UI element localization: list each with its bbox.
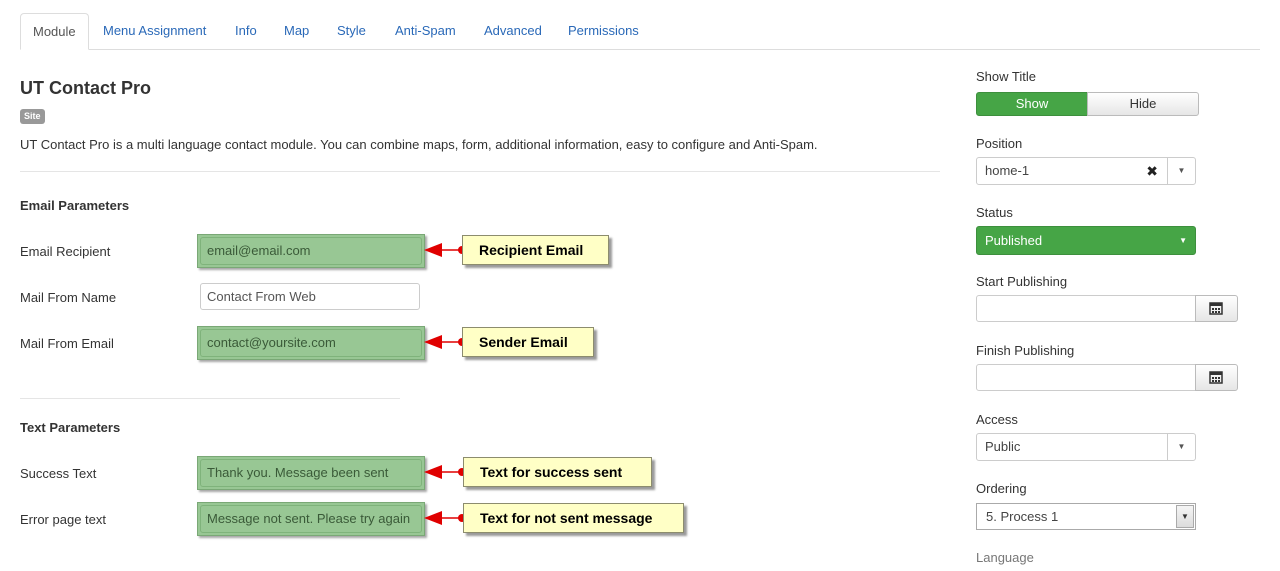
position-label: Position (976, 136, 1023, 151)
calendar-button[interactable] (1195, 295, 1238, 322)
red-arrow-icon (424, 511, 466, 525)
mail-from-name-input[interactable]: Contact From Web (200, 283, 420, 310)
show-title-label: Show Title (976, 69, 1036, 84)
site-badge: Site (20, 109, 45, 124)
language-label: Language (976, 550, 1034, 565)
tab-anti-spam[interactable]: Anti-Spam (395, 13, 456, 48)
red-arrow-icon (424, 465, 466, 479)
tab-advanced[interactable]: Advanced (484, 13, 542, 48)
red-arrow-icon (424, 335, 466, 349)
finish-publishing-label: Finish Publishing (976, 343, 1075, 358)
chevron-down-icon[interactable]: ▼ (1167, 434, 1195, 460)
error-page-text-label: Error page text (20, 512, 106, 527)
mail-from-email-input[interactable]: contact@yoursite.com (200, 329, 422, 357)
divider (20, 171, 940, 172)
ordering-select[interactable]: 5. Process 1 ▼ (976, 503, 1196, 530)
tab-map[interactable]: Map (284, 13, 309, 48)
access-value: Public (985, 439, 1021, 454)
tab-info[interactable]: Info (235, 13, 257, 48)
ordering-value: 5. Process 1 (986, 509, 1059, 524)
error-text-highlight: Message not sent. Please try again (197, 502, 425, 536)
start-publishing-input[interactable] (976, 295, 1196, 322)
tab-menu-assignment[interactable]: Menu Assignment (103, 13, 206, 48)
status-select[interactable]: Published ▼ (976, 226, 1196, 255)
calendar-button[interactable] (1195, 364, 1238, 391)
module-description: UT Contact Pro is a multi language conta… (20, 137, 818, 152)
tab-module[interactable]: Module (20, 13, 89, 50)
text-parameters-heading: Text Parameters (20, 420, 121, 435)
calendar-icon (1209, 302, 1223, 315)
status-value: Published (985, 233, 1043, 248)
email-recipient-label: Email Recipient (20, 244, 111, 259)
mail-from-email-highlight: contact@yoursite.com (197, 326, 425, 360)
success-text-label: Success Text (20, 466, 97, 481)
position-value: home-1 (985, 163, 1030, 178)
callout-error-text: Text for not sent message (463, 503, 684, 533)
ordering-label: Ordering (976, 481, 1027, 496)
email-recipient-input[interactable]: email@email.com (200, 237, 422, 265)
start-publishing-label: Start Publishing (976, 274, 1068, 289)
access-label: Access (976, 412, 1018, 427)
success-text-highlight: Thank you. Message been sent (197, 456, 425, 490)
tab-style[interactable]: Style (337, 13, 366, 48)
clear-icon[interactable]: ✖ (1146, 158, 1158, 184)
position-select[interactable]: home-1 ✖ ▼ (976, 157, 1196, 185)
red-arrow-icon (424, 243, 466, 257)
show-title-toggle: Show Hide (976, 92, 1199, 116)
chevron-down-icon[interactable]: ▼ (1176, 505, 1194, 528)
error-text-input[interactable]: Message not sent. Please try again (200, 505, 422, 533)
callout-recipient-email: Recipient Email (462, 235, 609, 265)
calendar-icon (1209, 371, 1223, 384)
show-button[interactable]: Show (976, 92, 1088, 116)
access-select[interactable]: Public ▼ (976, 433, 1196, 461)
hide-button[interactable]: Hide (1087, 92, 1199, 116)
status-label: Status (976, 205, 1013, 220)
finish-publishing-input[interactable] (976, 364, 1196, 391)
email-parameters-heading: Email Parameters (20, 198, 130, 213)
chevron-down-icon: ▼ (1179, 236, 1187, 245)
email-recipient-highlight: email@email.com (197, 234, 425, 268)
divider (20, 398, 400, 399)
tab-permissions[interactable]: Permissions (568, 13, 639, 48)
callout-sender-email: Sender Email (462, 327, 594, 357)
success-text-input[interactable]: Thank you. Message been sent (200, 459, 422, 487)
mail-from-email-label: Mail From Email (20, 336, 114, 351)
tab-bar: Module Menu Assignment Info Map Style An… (20, 13, 1260, 50)
finish-publishing-field (976, 364, 1238, 391)
callout-success-text: Text for success sent (463, 457, 652, 487)
module-title: UT Contact Pro (20, 78, 152, 98)
chevron-down-icon[interactable]: ▼ (1167, 158, 1195, 184)
start-publishing-field (976, 295, 1238, 322)
mail-from-name-label: Mail From Name (20, 290, 117, 305)
